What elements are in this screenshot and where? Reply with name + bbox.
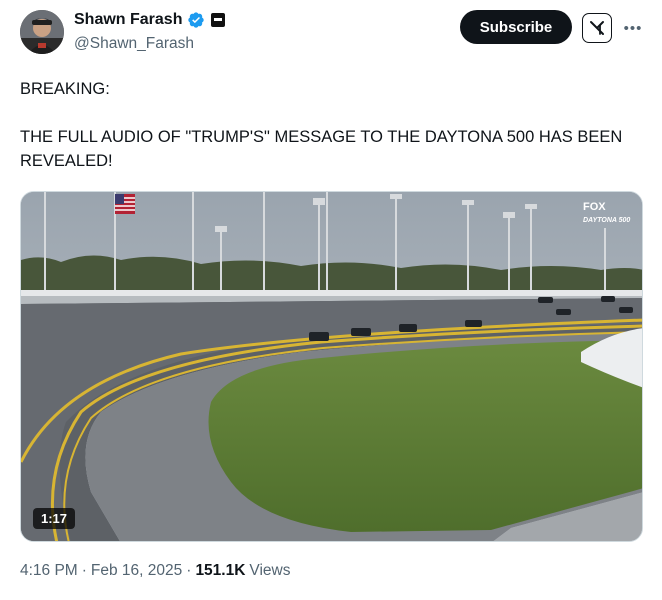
subscribe-button[interactable]: Subscribe (460, 10, 572, 44)
separator: · (186, 562, 192, 579)
grok-icon[interactable] (582, 13, 612, 43)
video-frame: FOX DAYTONA 500 (21, 192, 642, 541)
tweet-text: BREAKING: THE FULL AUDIO OF "TRUMP'S" ME… (20, 77, 645, 173)
video-player[interactable]: FOX DAYTONA 500 1:17 (20, 191, 643, 542)
tweet-date[interactable]: Feb 16, 2025 (91, 562, 182, 580)
broadcast-sub: DAYTONA 500 (583, 217, 630, 224)
tweet-meta: 4:16 PM · Feb 16, 2025 · 151.1K Views (20, 562, 291, 580)
verified-badge-icon (187, 11, 205, 29)
handle[interactable]: @Shawn_Farash (74, 35, 194, 53)
affiliate-badge-icon[interactable] (211, 13, 226, 27)
more-icon[interactable]: ••• (621, 16, 645, 40)
views-label: Views (249, 562, 291, 579)
tweet-time[interactable]: 4:16 PM (20, 562, 78, 580)
broadcast-logo: FOX (583, 201, 606, 213)
tweet-line-body: THE FULL AUDIO OF "TRUMP'S" MESSAGE TO T… (20, 128, 623, 170)
display-name[interactable]: Shawn Farash (74, 11, 182, 29)
tweet-header: Shawn Farash @Shawn_Farash Subscribe ••• (0, 0, 662, 70)
separator: · (81, 562, 87, 579)
avatar[interactable] (20, 10, 64, 54)
tweet-line-breaking: BREAKING: (20, 80, 110, 98)
views-count: 151.1K (195, 562, 246, 579)
video-duration: 1:17 (33, 508, 76, 529)
name-row: Shawn Farash (74, 11, 226, 29)
